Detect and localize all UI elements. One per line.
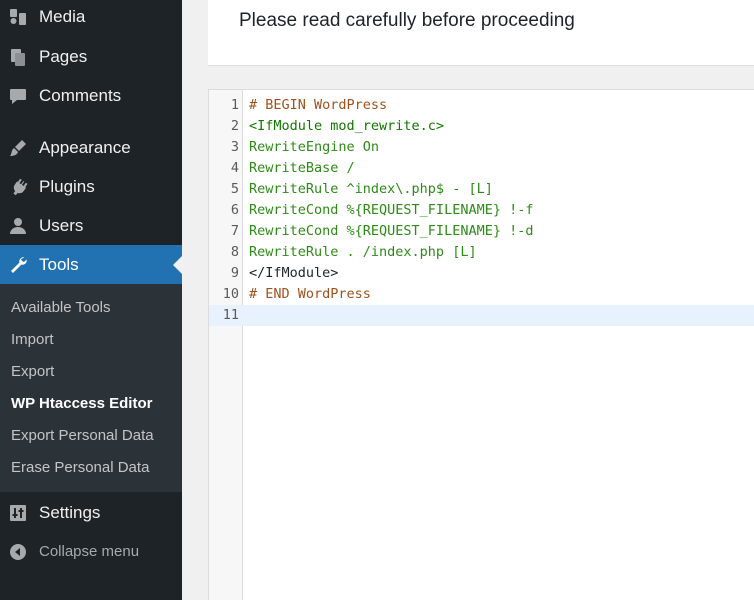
submenu-item-available-tools[interactable]: Available Tools	[11, 299, 111, 316]
line-number: 7	[230, 223, 239, 239]
code-line[interactable]: 6 RewriteCond %{REQUEST_FILENAME} !-f	[209, 200, 754, 221]
active-indicator-arrow	[173, 255, 182, 274]
code-line[interactable]: 7 RewriteCond %{REQUEST_FILENAME} !-d	[209, 221, 754, 242]
sidebar-item-tools[interactable]: Tools	[0, 245, 182, 284]
submenu-item-export-personal-data[interactable]: Export Personal Data	[11, 427, 154, 444]
collapse-icon	[8, 542, 28, 562]
line-number: 11	[222, 307, 239, 323]
sidebar-item-label: Plugins	[39, 176, 95, 196]
code-line[interactable]: 3 RewriteEngine On	[209, 137, 754, 158]
submenu-item-erase-personal-data[interactable]: Erase Personal Data	[11, 459, 149, 476]
code-line-text: </IfModule>	[249, 265, 339, 281]
code-line-text: RewriteEngine On	[249, 139, 380, 155]
sidebar-item-appearance[interactable]: Appearance	[0, 128, 182, 167]
line-number: 9	[230, 265, 239, 281]
sidebar-item-settings[interactable]: Settings	[0, 493, 182, 532]
line-number: 5	[230, 181, 239, 197]
code-line[interactable]: 10 # END WordPress	[209, 284, 754, 305]
line-number: 6	[230, 202, 239, 218]
code-line-text: # BEGIN WordPress	[249, 97, 388, 113]
admin-sidebar: Media Pages Comments Appearance Plugins …	[0, 0, 182, 600]
sidebar-item-pages[interactable]: Pages	[0, 37, 182, 76]
tools-icon	[8, 255, 28, 275]
code-line[interactable]: 5 RewriteRule ^index\.php$ - [L]	[209, 179, 754, 200]
code-line[interactable]: 2 <IfModule mod_rewrite.c>	[209, 116, 754, 137]
tools-submenu: Available Tools Import Export WP Htacces…	[0, 284, 182, 492]
sidebar-item-label: Appearance	[39, 137, 131, 157]
users-icon	[8, 216, 28, 236]
submenu-item-import[interactable]: Import	[11, 331, 54, 348]
media-icon	[8, 7, 28, 27]
line-number: 8	[230, 244, 239, 260]
code-line-text: RewriteRule . /index.php [L]	[249, 244, 477, 260]
code-line-text: # END WordPress	[249, 286, 371, 302]
code-line[interactable]: 8 RewriteRule . /index.php [L]	[209, 242, 754, 263]
code-line-text: RewriteCond %{REQUEST_FILENAME} !-d	[249, 223, 534, 239]
code-line[interactable]: 9 </IfModule>	[209, 263, 754, 284]
sidebar-item-label: Comments	[39, 85, 122, 105]
line-number: 4	[230, 160, 239, 176]
code-line-text: RewriteBase /	[249, 160, 355, 176]
plugins-icon	[8, 177, 28, 197]
collapse-menu-button[interactable]: Collapse menu	[0, 532, 182, 571]
code-line[interactable]: 1 # BEGIN WordPress	[209, 95, 754, 116]
comments-icon	[8, 86, 28, 106]
sidebar-item-plugins[interactable]: Plugins	[0, 167, 182, 206]
sidebar-item-label: Tools	[39, 254, 79, 274]
line-number: 3	[230, 139, 239, 155]
sidebar-item-media[interactable]: Media	[0, 0, 182, 36]
code-line-active[interactable]: 11	[209, 305, 754, 326]
sidebar-item-label: Users	[39, 215, 84, 235]
sidebar-item-label: Settings	[39, 502, 101, 522]
line-number: 1	[230, 97, 239, 113]
sidebar-item-label: Pages	[39, 46, 88, 66]
submenu-item-wp-htaccess-editor[interactable]: WP Htaccess Editor	[11, 395, 152, 412]
sidebar-item-comments[interactable]: Comments	[0, 76, 182, 115]
sidebar-item-users[interactable]: Users	[0, 206, 182, 245]
line-number: 10	[222, 286, 239, 302]
code-line-text: RewriteRule ^index\.php$ - [L]	[249, 181, 493, 197]
collapse-menu-label: Collapse menu	[39, 543, 140, 560]
line-number: 2	[230, 118, 239, 134]
pages-icon	[8, 47, 28, 67]
code-line[interactable]: 4 RewriteBase /	[209, 158, 754, 179]
code-line-text: RewriteCond %{REQUEST_FILENAME} !-f	[249, 202, 534, 218]
code-line-text: <IfModule mod_rewrite.c>	[249, 118, 445, 134]
htaccess-code-editor[interactable]: 1 # BEGIN WordPress 2 <IfModule mod_rewr…	[208, 89, 754, 600]
page-title: Please read carefully before proceeding	[239, 10, 575, 31]
sidebar-item-label: Media	[39, 6, 86, 26]
submenu-item-export[interactable]: Export	[11, 363, 54, 380]
appearance-icon	[8, 138, 28, 158]
settings-icon	[8, 503, 28, 523]
notice-header-card: Please read carefully before proceeding	[208, 0, 754, 66]
